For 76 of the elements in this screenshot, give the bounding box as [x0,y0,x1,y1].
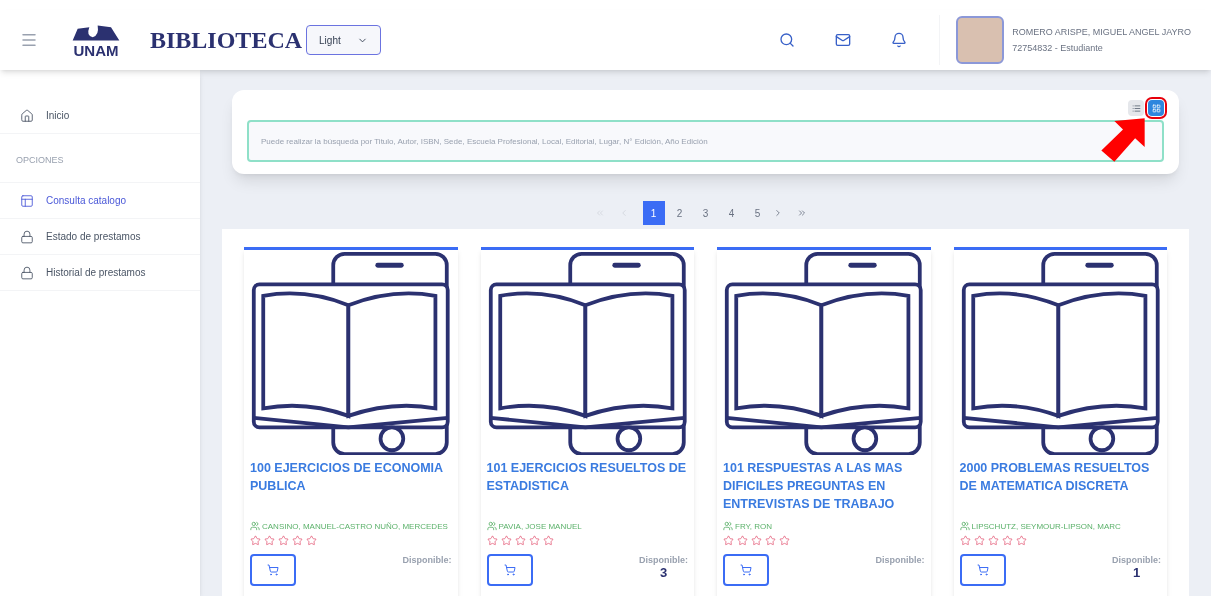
last-page-icon [796,208,807,218]
page-button[interactable]: 3 [694,201,717,225]
book-author: FRY, RON [735,521,773,533]
page-button[interactable]: 4 [720,201,743,225]
star-icon [292,535,303,546]
book-title[interactable]: 100 EJERCICIOS DE ECONOMIA PUBLICA [250,459,452,515]
availability-count: 1 [1132,566,1141,580]
menu-icon [20,31,38,49]
lock-icon [20,265,34,280]
availability-label: Disponible: [402,554,452,566]
user-name: ROMERO ARISPE, MIGUEL ANGEL JAYRO [1012,26,1191,39]
star-icon [987,535,999,546]
availability-count: 3 [659,566,668,580]
bell-icon [891,32,908,48]
star-icon [1015,535,1027,546]
cart-icon [740,564,752,576]
brand-name: UNAM [73,42,119,58]
cart-button[interactable] [250,554,296,586]
availability-label: Disponible: [875,554,925,566]
page-button[interactable]: 5 [746,201,769,225]
star-icon [514,535,526,546]
people-icon [959,521,970,531]
people-icon [486,521,497,531]
app-title: BIBLIOTECA [150,26,303,55]
star-icon [1001,535,1013,546]
cart-button[interactable] [959,554,1006,586]
list-icon [1131,103,1141,113]
page-button[interactable]: 2 [668,201,691,225]
book-author: PAVIA, JOSE MANUEL [498,521,582,533]
cart-icon [267,564,279,576]
star-icon [306,535,317,546]
people-icon [250,521,260,531]
search-field[interactable]: Puede realizar la búsqueda por Titulo, Autor, ISBN, Sede, Escuela Profesional, Local, Editorial, Lugar, N° Edición, Año Edición [247,120,1164,162]
star-icon [751,535,762,546]
mail-button[interactable] [835,32,852,48]
user-id: 72754832 - Estudiante [1012,42,1104,55]
envelope-icon [835,32,852,48]
star-icon [737,535,748,546]
page-button[interactable]: 1 [642,201,665,225]
list-view-button[interactable] [1128,100,1144,116]
notification-button[interactable] [891,32,908,48]
book-title[interactable]: 101 EJERCICIOS RESUELTOS DE ESTADISTICA [486,459,688,515]
availability-label: Disponible: [1112,554,1161,566]
star-icon [973,535,985,546]
menu-button[interactable] [20,31,38,49]
book-author: CANSINO, MANUEL-CASTRO NUÑO, MERCEDES [262,521,448,533]
star-icon [765,535,776,546]
home-icon [20,108,34,123]
book-author: LIPSCHUTZ, SEYMOUR-LIPSON, MARC [971,521,1121,533]
cart-icon [503,564,516,576]
star-icon [542,535,554,546]
book-title[interactable]: 2000 PROBLEMAS RESUELTOS DE MATEMATICA DISCRETA [959,459,1161,515]
search-button[interactable] [779,32,796,48]
star-icon [723,535,734,546]
grid-icon [1151,103,1161,113]
star-icon [250,535,261,546]
star-icon [779,535,790,546]
section-label: OPCIONES [16,155,64,165]
cart-button[interactable] [486,554,533,586]
grid-view-button[interactable] [1148,100,1164,116]
cart-button[interactable] [723,554,769,586]
search-icon [779,32,796,48]
star-icon [528,535,540,546]
book-title[interactable]: 101 RESPUESTAS A LAS MAS DIFICILES PREGUNTAS EN ENTREVISTAS DE TRABAJO [723,459,925,515]
theme-select[interactable]: Light [306,25,381,55]
star-icon [278,535,289,546]
lock-icon [20,229,34,244]
people-icon [723,521,733,531]
avatar-placeholder [956,16,1005,64]
availability-label: Disponible: [639,554,688,566]
table-icon [20,193,34,208]
star-icon [264,535,275,546]
star-icon [500,535,512,546]
star-icon [959,535,971,546]
star-icon [486,535,498,546]
cart-icon [976,564,989,576]
